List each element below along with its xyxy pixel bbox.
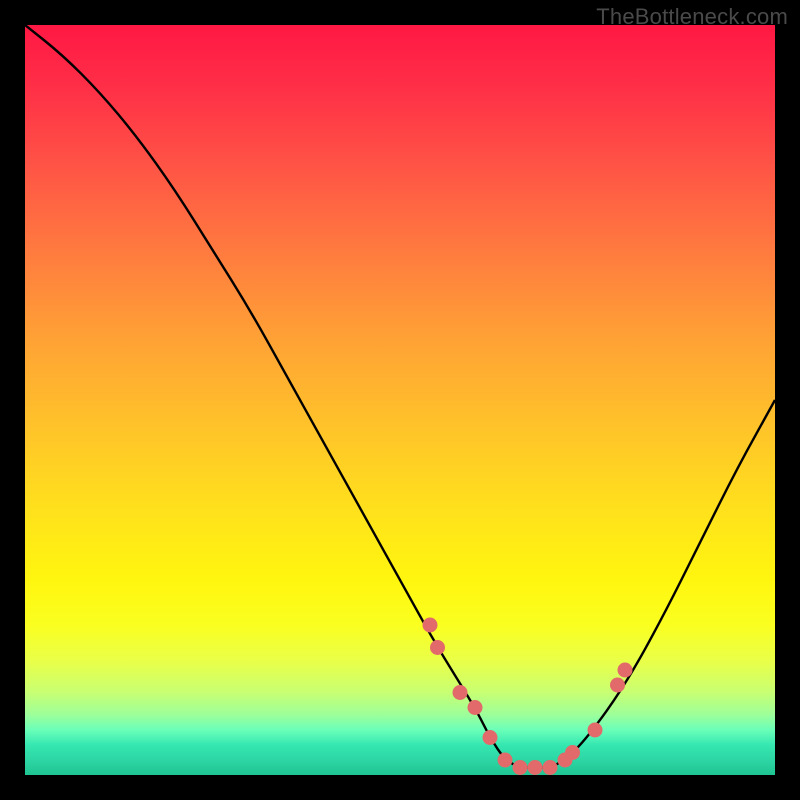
curve-marker-dot (430, 640, 445, 655)
bottleneck-chart (25, 25, 775, 775)
curve-marker-dot (483, 730, 498, 745)
curve-marker-dot (565, 745, 580, 760)
curve-marker-dots (423, 618, 633, 776)
bottleneck-curve (25, 25, 775, 768)
curve-marker-dot (610, 678, 625, 693)
watermark-text: TheBottleneck.com (596, 4, 788, 30)
curve-marker-dot (468, 700, 483, 715)
curve-marker-dot (528, 760, 543, 775)
curve-marker-dot (498, 753, 513, 768)
curve-marker-dot (513, 760, 528, 775)
curve-marker-dot (618, 663, 633, 678)
curve-marker-dot (423, 618, 438, 633)
curve-marker-dot (588, 723, 603, 738)
curve-marker-dot (543, 760, 558, 775)
curve-marker-dot (453, 685, 468, 700)
